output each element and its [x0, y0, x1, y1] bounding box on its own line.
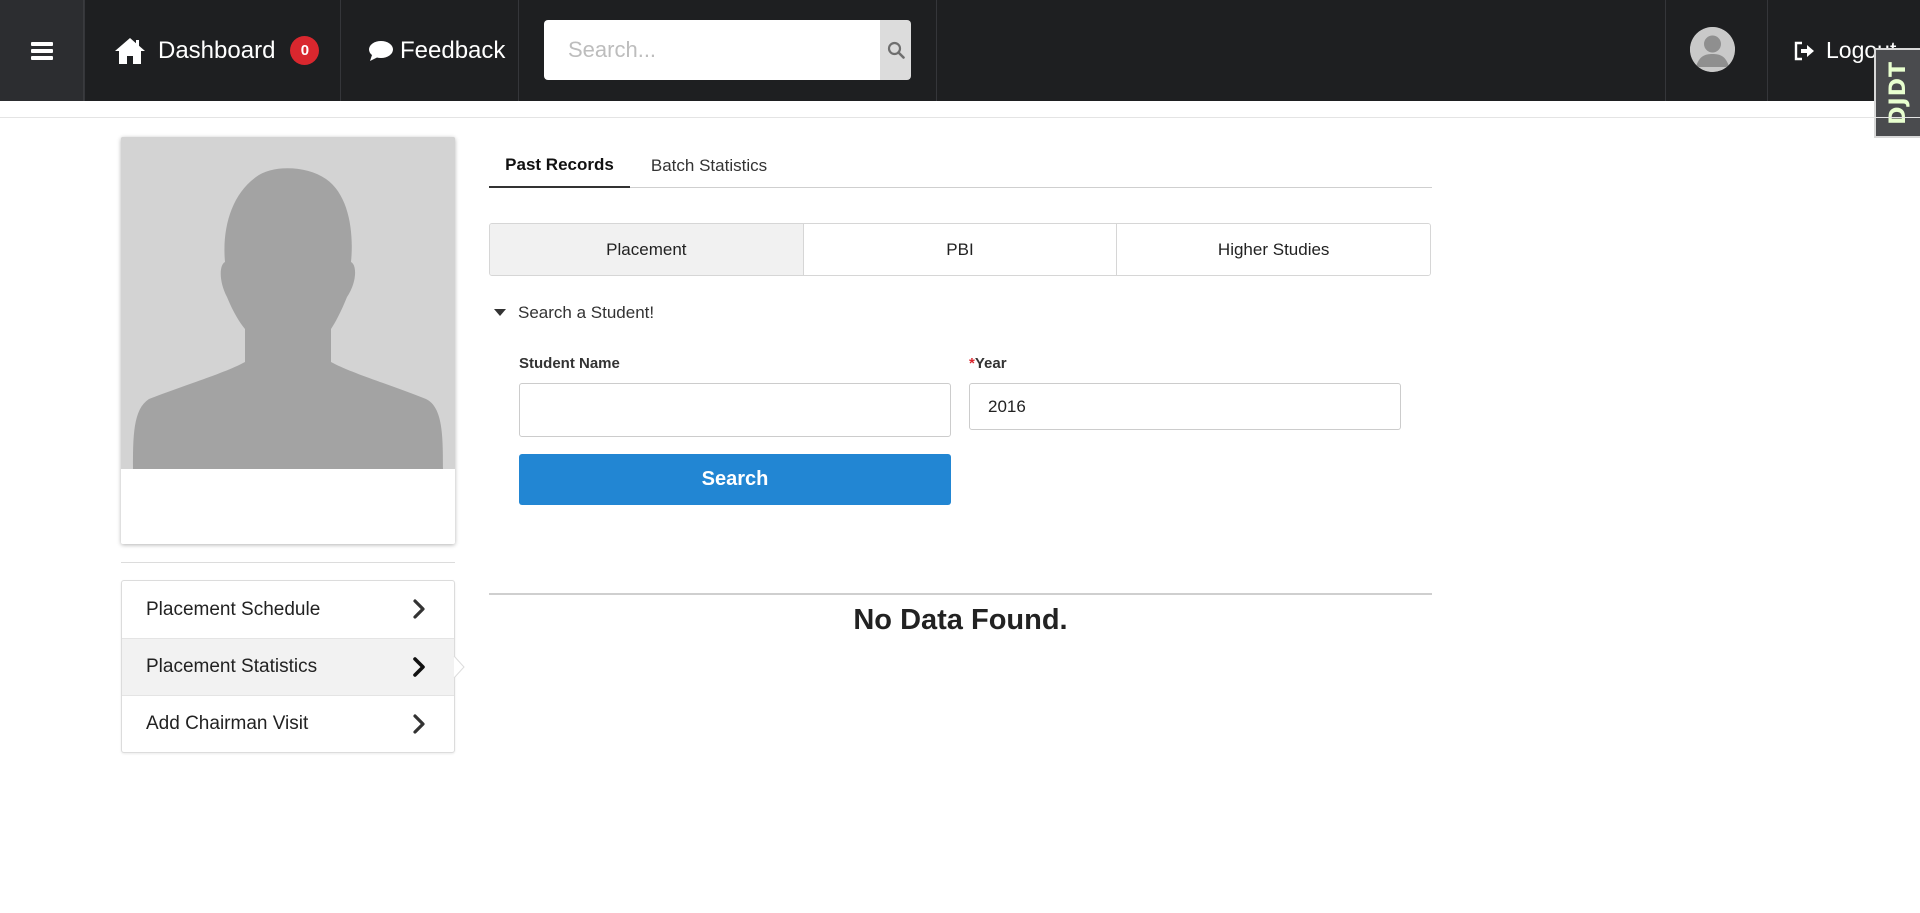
logout-icon [1794, 41, 1816, 61]
search-icon [887, 41, 905, 59]
nav-divider [340, 0, 341, 101]
global-search [544, 20, 911, 80]
nav-divider [518, 0, 519, 101]
tab-batch-statistics[interactable]: Batch Statistics [630, 143, 788, 188]
user-avatar-icon [1690, 27, 1735, 72]
home-icon [114, 37, 146, 65]
no-data-message: No Data Found. [853, 604, 1068, 636]
search-student-label: Search a Student! [518, 303, 655, 322]
caret-down-icon [494, 309, 506, 317]
sidebar-menu: Placement Schedule Placement Statistics … [121, 580, 455, 753]
global-search-input[interactable] [544, 20, 880, 80]
active-item-pointer [453, 656, 465, 678]
segment-higher-studies[interactable]: Higher Studies [1116, 224, 1430, 275]
tab-past-records[interactable]: Past Records [489, 143, 630, 188]
nav-divider [1665, 0, 1666, 101]
results-divider [489, 593, 1432, 595]
menu-toggle-button[interactable] [0, 0, 84, 101]
search-student-button[interactable]: Search [519, 454, 951, 505]
sidebar-item-label: Add Chairman Visit [146, 713, 309, 734]
sidebar-item-placement-schedule[interactable]: Placement Schedule [122, 581, 454, 638]
global-search-button[interactable] [880, 20, 911, 80]
student-name-input[interactable] [519, 383, 951, 437]
profile-photo [121, 137, 455, 469]
feedback-label: Feedback [400, 36, 506, 64]
sidebar-item-label: Placement Statistics [146, 656, 318, 677]
sidebar-item-placement-statistics[interactable]: Placement Statistics [122, 638, 454, 695]
search-student-toggle[interactable]: Search a Student! [494, 300, 654, 326]
records-tabs: Past Records Batch Statistics [489, 143, 1432, 188]
user-silhouette-icon [121, 137, 455, 469]
debug-toolbar-handle[interactable]: DJDT [1874, 48, 1920, 138]
year-input[interactable] [969, 383, 1401, 430]
dashboard-link[interactable]: Dashboard 0 [114, 0, 320, 101]
dashboard-label: Dashboard [158, 36, 276, 64]
sidebar-divider [121, 562, 455, 563]
user-avatar-button[interactable] [1690, 27, 1735, 72]
year-label: *Year [969, 355, 1007, 372]
segment-pbi[interactable]: PBI [802, 224, 1117, 275]
profile-card [121, 137, 455, 544]
sidebar-item-add-chairman-visit[interactable]: Add Chairman Visit [122, 695, 454, 752]
nav-divider [936, 0, 937, 101]
menu-icon [30, 41, 53, 60]
record-type-selector: Placement PBI Higher Studies [489, 223, 1431, 276]
notification-count-badge: 0 [290, 36, 320, 65]
header-divider [0, 117, 1920, 118]
comment-icon [368, 40, 394, 62]
chevron-right-icon [413, 599, 425, 619]
chevron-right-icon [413, 657, 425, 677]
top-navbar: Dashboard 0 Feedback Search... Logout [0, 0, 1920, 101]
debug-toolbar-label: DJDT [1885, 61, 1911, 125]
nav-divider [1767, 0, 1768, 101]
year-label-text: Year [974, 355, 1007, 372]
sidebar-item-label: Placement Schedule [146, 598, 321, 620]
student-name-label: Student Name [519, 355, 620, 372]
segment-placement[interactable]: Placement [490, 224, 803, 275]
feedback-link[interactable]: Feedback [368, 0, 505, 101]
chevron-right-icon [413, 714, 425, 734]
nav-divider [84, 0, 85, 101]
